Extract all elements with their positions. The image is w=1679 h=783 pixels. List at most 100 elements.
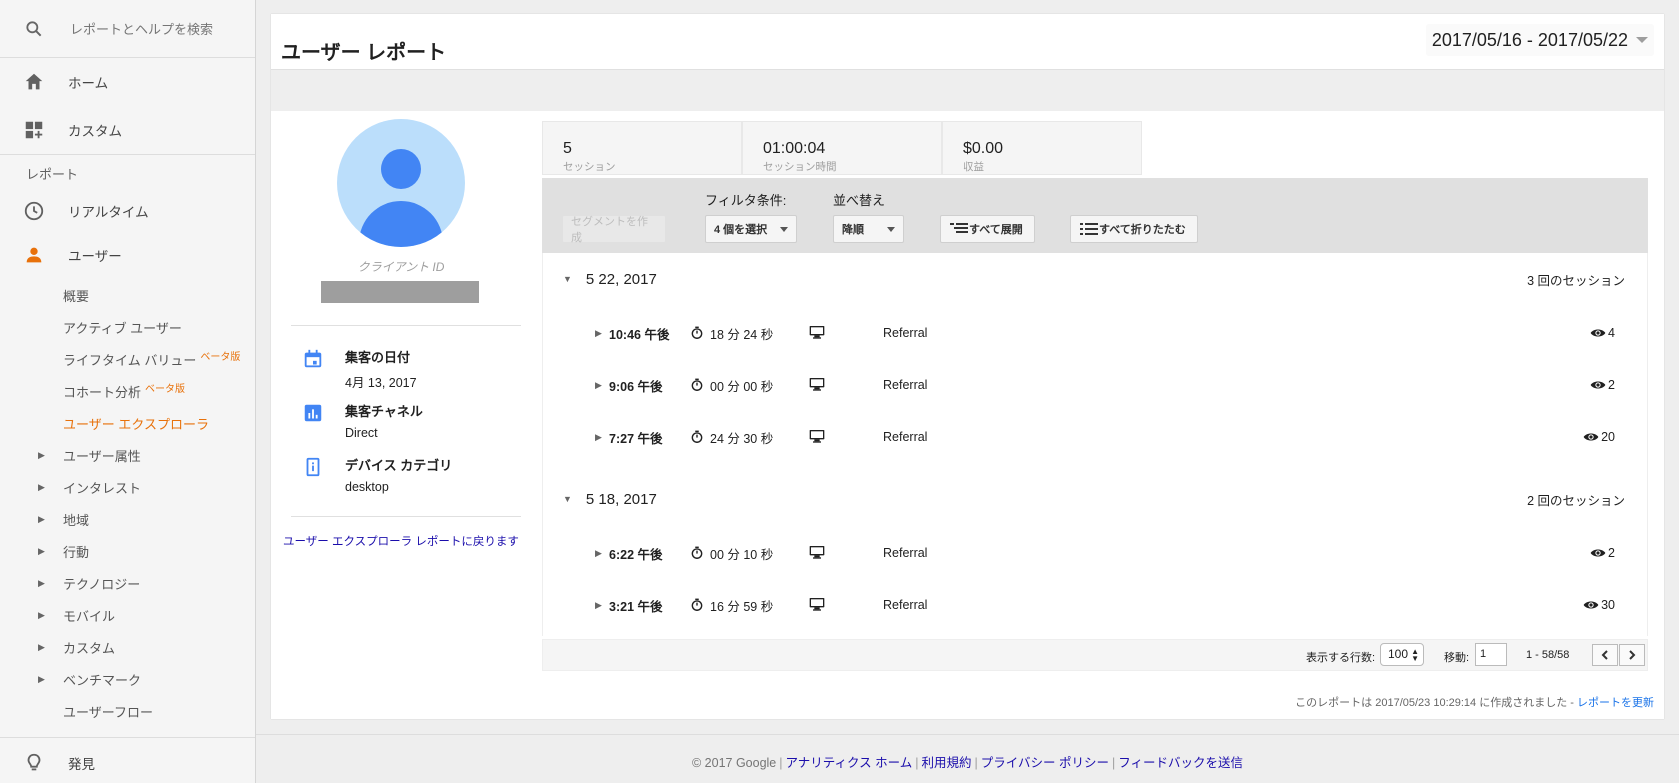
sidebar-item-home[interactable]: ホーム — [0, 58, 255, 106]
expand-all-button[interactable]: すべて展開 — [940, 215, 1035, 243]
date-range-picker[interactable]: 2017/05/16 - 2017/05/22 — [1425, 24, 1654, 56]
acquisition-date-label: 集客の日付 — [345, 350, 411, 365]
sidebar-tree-custom[interactable]: ▶ カスタム — [0, 631, 255, 663]
next-page-button[interactable] — [1619, 644, 1645, 666]
day-session-count: 2 回のセッション — [1527, 493, 1625, 508]
expand-arrow-icon: ▶ — [38, 449, 45, 460]
sidebar-item-realtime[interactable]: リアルタイム — [0, 191, 255, 231]
day-date: 5 18, 2017 — [585, 490, 657, 508]
views-count: 2 — [1608, 378, 1615, 392]
sidebar-item-label: ホーム — [68, 76, 109, 91]
prev-page-button[interactable] — [1592, 644, 1618, 666]
footer-link-terms[interactable]: 利用規約 — [922, 756, 972, 770]
sort-label: 並べ替え — [833, 193, 886, 208]
tree-label: 行動 — [63, 544, 90, 560]
sidebar-tree-demographics[interactable]: ▶ ユーザー属性 — [0, 439, 255, 471]
reports-section-heading: レポート — [26, 166, 79, 182]
sort-select-value: 降順 — [842, 224, 864, 236]
stopwatch-icon — [691, 326, 703, 339]
refresh-report-link[interactable]: レポートを更新 — [1577, 697, 1654, 709]
expand-arrow-icon: ▶ — [595, 379, 602, 390]
report-header: ユーザー レポート 2017/05/16 - 2017/05/22 — [271, 14, 1664, 70]
expand-arrow-icon: ▶ — [38, 545, 45, 556]
collapse-all-button[interactable]: すべて折りたたむ — [1070, 215, 1198, 243]
page-title: ユーザー レポート — [281, 42, 447, 64]
sidebar-item-users[interactable]: ユーザー — [0, 231, 255, 279]
create-segment-button[interactable]: セグメントを作成 — [562, 215, 666, 244]
subitem-label: コホート分析 — [63, 384, 142, 400]
duration-text: 00 分 00 秒 — [710, 379, 774, 394]
subitem-label: 概要 — [63, 288, 90, 304]
copyright: © 2017 Google — [691, 756, 777, 770]
stopwatch-icon — [691, 430, 703, 443]
dropdown-caret-icon — [780, 226, 788, 232]
acquisition-date-value: 4月 13, 2017 — [345, 376, 417, 390]
sidebar-tree-mobile[interactable]: ▶ モバイル — [0, 599, 255, 631]
sidebar-subitem-user-flow[interactable]: ユーザーフロー — [0, 695, 255, 727]
rows-per-page-select[interactable]: 100 ▲ ▼ — [1380, 643, 1424, 666]
sidebar-tree-interests[interactable]: ▶ インタレスト — [0, 471, 255, 503]
device-info-icon — [301, 455, 325, 479]
metric-value: 01:00:04 — [763, 140, 826, 157]
sidebar-item-label: ユーザー — [68, 249, 122, 264]
sidebar-tree-benchmark[interactable]: ▶ ベンチマーク — [0, 663, 255, 695]
back-to-explorer-link[interactable]: ユーザー エクスプローラ レポートに戻ります — [283, 533, 519, 549]
footer-link-privacy[interactable]: プライバシー ポリシー — [981, 756, 1109, 770]
footer-link-analytics-home[interactable]: アナリティクス ホーム — [786, 756, 913, 770]
eye-icon — [1583, 601, 1599, 609]
day-group-header[interactable]: ▼ 5 22, 2017 3 回のセッション — [543, 253, 1649, 305]
subitem-label: ユーザーフロー — [63, 704, 153, 720]
expand-list-icon — [949, 217, 969, 241]
session-views: 2 — [1590, 378, 1615, 392]
footer-link-feedback[interactable]: フィードバックを送信 — [1118, 756, 1243, 770]
sidebar-item-label: 発見 — [68, 757, 95, 772]
session-row[interactable]: ▶ 9:06 午後 00 分 00 秒 Referral 2 — [543, 357, 1649, 413]
session-row[interactable]: ▶ 10:46 午後 18 分 24 秒 Referral 4 — [543, 305, 1649, 361]
session-row[interactable]: ▶ 6:22 午後 00 分 10 秒 Referral 2 — [543, 525, 1649, 581]
goto-label: 移動: — [1444, 652, 1470, 664]
desktop-icon — [809, 325, 825, 342]
sidebar-subitem-lifetime-value[interactable]: ライフタイム バリュー ベータ版 — [0, 343, 255, 375]
session-row[interactable]: ▶ 3:21 午後 16 分 59 秒 Referral 30 — [543, 577, 1649, 633]
expand-arrow-icon: ▶ — [595, 327, 602, 338]
sidebar-tree-behavior[interactable]: ▶ 行動 — [0, 535, 255, 567]
tree-label: 地域 — [63, 512, 90, 528]
report-created-text: このレポートは 2017/05/23 10:29:14 に作成されました - — [1295, 697, 1577, 709]
session-row[interactable]: ▶ 7:27 午後 24 分 30 秒 Referral 20 — [543, 409, 1649, 465]
clock-icon — [22, 199, 46, 223]
session-duration: 24 分 30 秒 — [690, 428, 773, 447]
sidebar-tree-geo[interactable]: ▶ 地域 — [0, 503, 255, 535]
avatar — [337, 119, 465, 247]
expand-arrow-icon: ▶ — [38, 577, 45, 588]
day-group-header[interactable]: ▼ 5 18, 2017 2 回のセッション — [543, 473, 1649, 525]
session-views: 2 — [1590, 546, 1615, 560]
metric-sessions: 5 セッション — [542, 121, 742, 175]
search-bar[interactable]: レポートとヘルプを検索 — [0, 0, 255, 58]
report-card: ユーザー レポート 2017/05/16 - 2017/05/22 クライアント… — [271, 14, 1664, 719]
chevron-left-icon — [1601, 650, 1608, 660]
sidebar-subitem-overview[interactable]: 概要 — [0, 279, 255, 311]
sidebar-subitem-cohort[interactable]: コホート分析 ベータ版 — [0, 375, 255, 407]
sidebar-subitem-user-explorer[interactable]: ユーザー エクスプローラ — [0, 407, 255, 439]
views-count: 20 — [1601, 430, 1615, 444]
filter-label: フィルタ条件: — [705, 193, 787, 208]
session-source: Referral — [883, 546, 928, 560]
filter-select[interactable]: 4 個を選択 — [705, 215, 797, 243]
report-footnote: このレポートは 2017/05/23 10:29:14 に作成されました - レ… — [1295, 694, 1654, 710]
sidebar-tree-technology[interactable]: ▶ テクノロジー — [0, 567, 255, 599]
session-time: 7:27 午後 — [609, 431, 663, 446]
collapse-all-label: すべて折りたたむ — [1099, 224, 1186, 236]
session-time: 6:22 午後 — [609, 547, 663, 562]
tree-label: ユーザー属性 — [63, 448, 141, 464]
goto-input[interactable]: 1 — [1475, 643, 1507, 666]
sort-select[interactable]: 降順 — [833, 215, 904, 243]
sidebar-item-discover[interactable]: 発見 — [0, 738, 255, 783]
desktop-icon — [809, 597, 825, 614]
sidebar-item-custom[interactable]: カスタム — [0, 106, 255, 154]
home-icon — [22, 70, 46, 94]
tree-label: ベンチマーク — [63, 672, 142, 688]
sidebar-subitem-active-users[interactable]: アクティブ ユーザー — [0, 311, 255, 343]
tree-label: テクノロジー — [63, 576, 141, 592]
metric-label: セッション — [563, 161, 616, 173]
pagination-bar: 表示する行数: 100 ▲ ▼ 移動: 1 1 - 58/58 — [542, 639, 1648, 671]
